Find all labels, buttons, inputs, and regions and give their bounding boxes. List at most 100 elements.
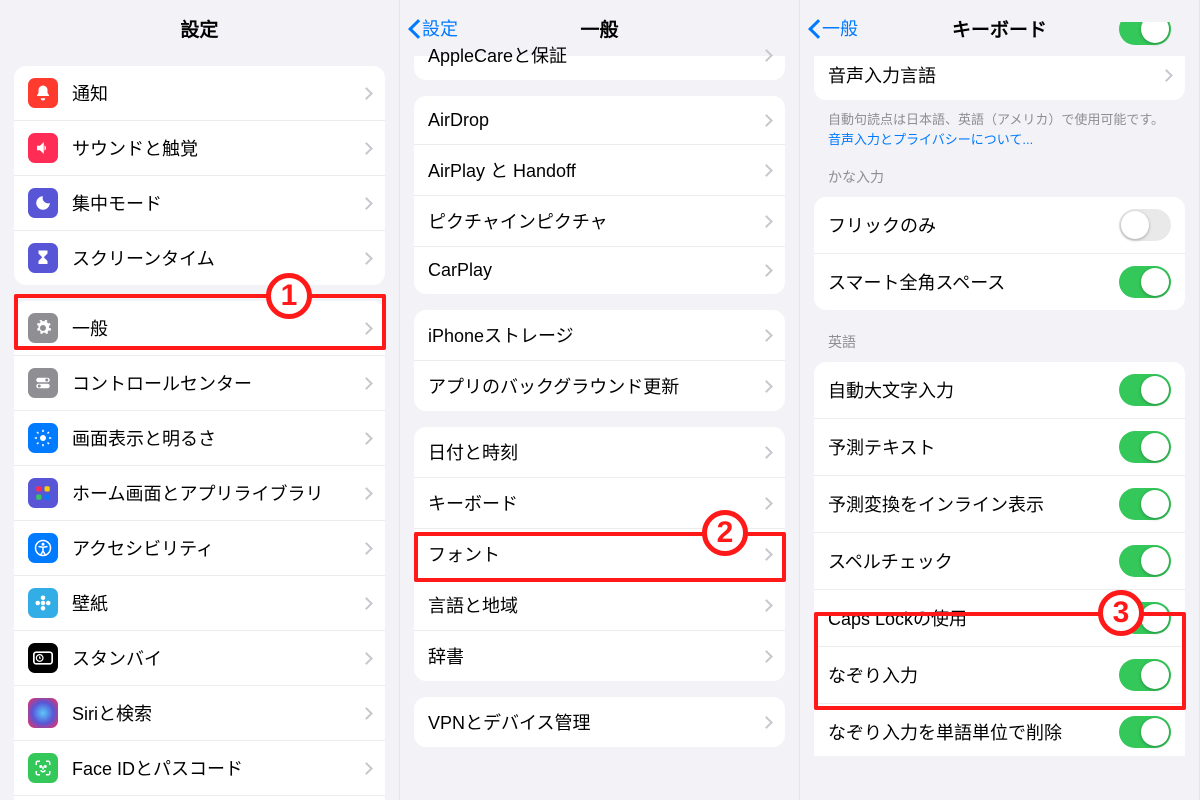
row-datetime[interactable]: 日付と時刻 bbox=[414, 427, 785, 477]
row-dict[interactable]: 辞書 bbox=[414, 630, 785, 681]
toggle-flick[interactable] bbox=[1119, 209, 1171, 241]
row-display[interactable]: 画面表示と明るさ bbox=[14, 410, 385, 465]
label: 辞書 bbox=[428, 643, 762, 669]
row-sound[interactable]: サウンドと触覚 bbox=[14, 120, 385, 175]
chevron-right-icon bbox=[760, 650, 773, 663]
label: iPhoneストレージ bbox=[428, 322, 762, 348]
toggle-prev[interactable] bbox=[1119, 22, 1171, 45]
toggle-predictive[interactable] bbox=[1119, 431, 1171, 463]
row-airplay[interactable]: AirPlay と Handoff bbox=[414, 144, 785, 195]
row-pip[interactable]: ピクチャインピクチャ bbox=[414, 195, 785, 246]
chevron-right-icon bbox=[760, 446, 773, 459]
row-voice-lang[interactable]: 音声入力言語 bbox=[814, 50, 1185, 100]
chevron-right-icon bbox=[760, 49, 773, 62]
grid-icon bbox=[28, 478, 58, 508]
label: なぞり入力 bbox=[828, 662, 1119, 688]
row-accessibility[interactable]: アクセシビリティ bbox=[14, 520, 385, 575]
row-storage[interactable]: iPhoneストレージ bbox=[414, 310, 785, 360]
chevron-right-icon bbox=[360, 87, 373, 100]
keyboard-group-kana: フリックのみ スマート全角スペース bbox=[814, 197, 1185, 310]
sun-icon bbox=[28, 423, 58, 453]
row-slide-delete[interactable]: なぞり入力を単語単位で削除 bbox=[814, 703, 1185, 756]
label: 通知 bbox=[72, 80, 362, 106]
chevron-right-icon bbox=[760, 215, 773, 228]
siri-icon bbox=[28, 698, 58, 728]
toggle-slide-delete[interactable] bbox=[1119, 716, 1171, 748]
toggle-spellcheck[interactable] bbox=[1119, 545, 1171, 577]
row-control-center[interactable]: コントロールセンター bbox=[14, 355, 385, 410]
row-font[interactable]: フォント bbox=[414, 528, 785, 579]
label: Face IDとパスコード bbox=[72, 755, 362, 781]
chevron-right-icon bbox=[760, 548, 773, 561]
chevron-right-icon bbox=[360, 142, 373, 155]
speaker-icon bbox=[28, 133, 58, 163]
label: アクセシビリティ bbox=[72, 535, 362, 561]
row-applecare[interactable]: AppleCareと保証 bbox=[414, 38, 785, 80]
row-spellcheck[interactable]: スペルチェック bbox=[814, 532, 1185, 589]
label: 壁紙 bbox=[72, 590, 362, 616]
row-keyboard[interactable]: キーボード bbox=[414, 477, 785, 528]
label: スマート全角スペース bbox=[828, 269, 1119, 295]
chevron-right-icon bbox=[760, 164, 773, 177]
label: 日付と時刻 bbox=[428, 439, 762, 465]
label: フォント bbox=[428, 541, 762, 567]
row-vpn[interactable]: VPNとデバイス管理 bbox=[414, 697, 785, 747]
label: キーボード bbox=[428, 490, 762, 516]
row-carplay[interactable]: CarPlay bbox=[414, 246, 785, 294]
row-airdrop[interactable]: AirDrop bbox=[414, 96, 785, 144]
row-general[interactable]: 一般 bbox=[14, 301, 385, 355]
accessibility-icon bbox=[28, 533, 58, 563]
keyboard-group-en: 自動大文字入力 予測テキスト 予測変換をインライン表示 スペルチェック Caps… bbox=[814, 362, 1185, 756]
row-faceid[interactable]: Face IDとパスコード bbox=[14, 740, 385, 795]
label: 予測変換をインライン表示 bbox=[828, 491, 1119, 517]
row-notifications[interactable]: 通知 bbox=[14, 66, 385, 120]
general-scroll[interactable]: AppleCareと保証 AirDrop AirPlay と Handoff ピ… bbox=[400, 28, 799, 772]
row-smart-space[interactable]: スマート全角スペース bbox=[814, 253, 1185, 310]
row-voice-prev[interactable] bbox=[814, 22, 1185, 50]
toggle-icon bbox=[28, 368, 58, 398]
label: スタンバイ bbox=[72, 645, 362, 671]
row-slide[interactable]: なぞり入力 bbox=[814, 646, 1185, 703]
section-head-kana: かな入力 bbox=[800, 161, 1199, 193]
chevron-right-icon bbox=[760, 264, 773, 277]
toggle-inline[interactable] bbox=[1119, 488, 1171, 520]
toggle-capslock[interactable] bbox=[1119, 602, 1171, 634]
chevron-right-icon bbox=[360, 652, 373, 665]
keyboard-scroll[interactable]: 音声入力言語 自動句読点は日本語、英語（アメリカ）で使用可能です。 音声入力とプ… bbox=[800, 12, 1199, 756]
row-siri[interactable]: Siriと検索 bbox=[14, 685, 385, 740]
row-flick-only[interactable]: フリックのみ bbox=[814, 197, 1185, 253]
chevron-right-icon bbox=[760, 329, 773, 342]
chevron-right-icon bbox=[360, 542, 373, 555]
row-screentime[interactable]: スクリーンタイム bbox=[14, 230, 385, 285]
toggle-autocap[interactable] bbox=[1119, 374, 1171, 406]
chevron-right-icon bbox=[360, 597, 373, 610]
chevron-right-icon bbox=[760, 114, 773, 127]
toggle-slide[interactable] bbox=[1119, 659, 1171, 691]
nav-title-settings: 設定 bbox=[180, 15, 218, 42]
row-home-screen[interactable]: ホーム画面とアプリライブラリ bbox=[14, 465, 385, 520]
chevron-right-icon bbox=[360, 487, 373, 500]
general-group-c: iPhoneストレージ アプリのバックグラウンド更新 bbox=[414, 310, 785, 411]
row-wallpaper[interactable]: 壁紙 bbox=[14, 575, 385, 630]
label: 言語と地域 bbox=[428, 592, 762, 618]
voice-privacy-link[interactable]: 音声入力とプライバシーについて... bbox=[828, 132, 1033, 147]
label: AirDrop bbox=[428, 110, 762, 131]
label: サウンドと触覚 bbox=[72, 135, 362, 161]
row-sos[interactable]: SOS 緊急 SOS bbox=[14, 795, 385, 800]
row-autocap[interactable]: 自動大文字入力 bbox=[814, 362, 1185, 418]
row-inline[interactable]: 予測変換をインライン表示 bbox=[814, 475, 1185, 532]
chevron-right-icon bbox=[360, 377, 373, 390]
toggle-smart-space[interactable] bbox=[1119, 266, 1171, 298]
row-bgrefresh[interactable]: アプリのバックグラウンド更新 bbox=[414, 360, 785, 411]
row-capslock[interactable]: Caps Lockの使用 bbox=[814, 589, 1185, 646]
row-focus[interactable]: 集中モード bbox=[14, 175, 385, 230]
row-lang[interactable]: 言語と地域 bbox=[414, 579, 785, 630]
label: 集中モード bbox=[72, 190, 362, 216]
settings-scroll[interactable]: 通知 サウンドと触覚 集中モード スクリーンタイム 一般 bbox=[0, 56, 399, 800]
pane-general: 設定 一般 AppleCareと保証 AirDrop AirPlay と Han… bbox=[400, 0, 800, 800]
row-standby[interactable]: スタンバイ bbox=[14, 630, 385, 685]
label: AirPlay と Handoff bbox=[428, 157, 762, 183]
label: Caps Lockの使用 bbox=[828, 605, 1119, 631]
row-predictive[interactable]: 予測テキスト bbox=[814, 418, 1185, 475]
label: 自動大文字入力 bbox=[828, 377, 1119, 403]
